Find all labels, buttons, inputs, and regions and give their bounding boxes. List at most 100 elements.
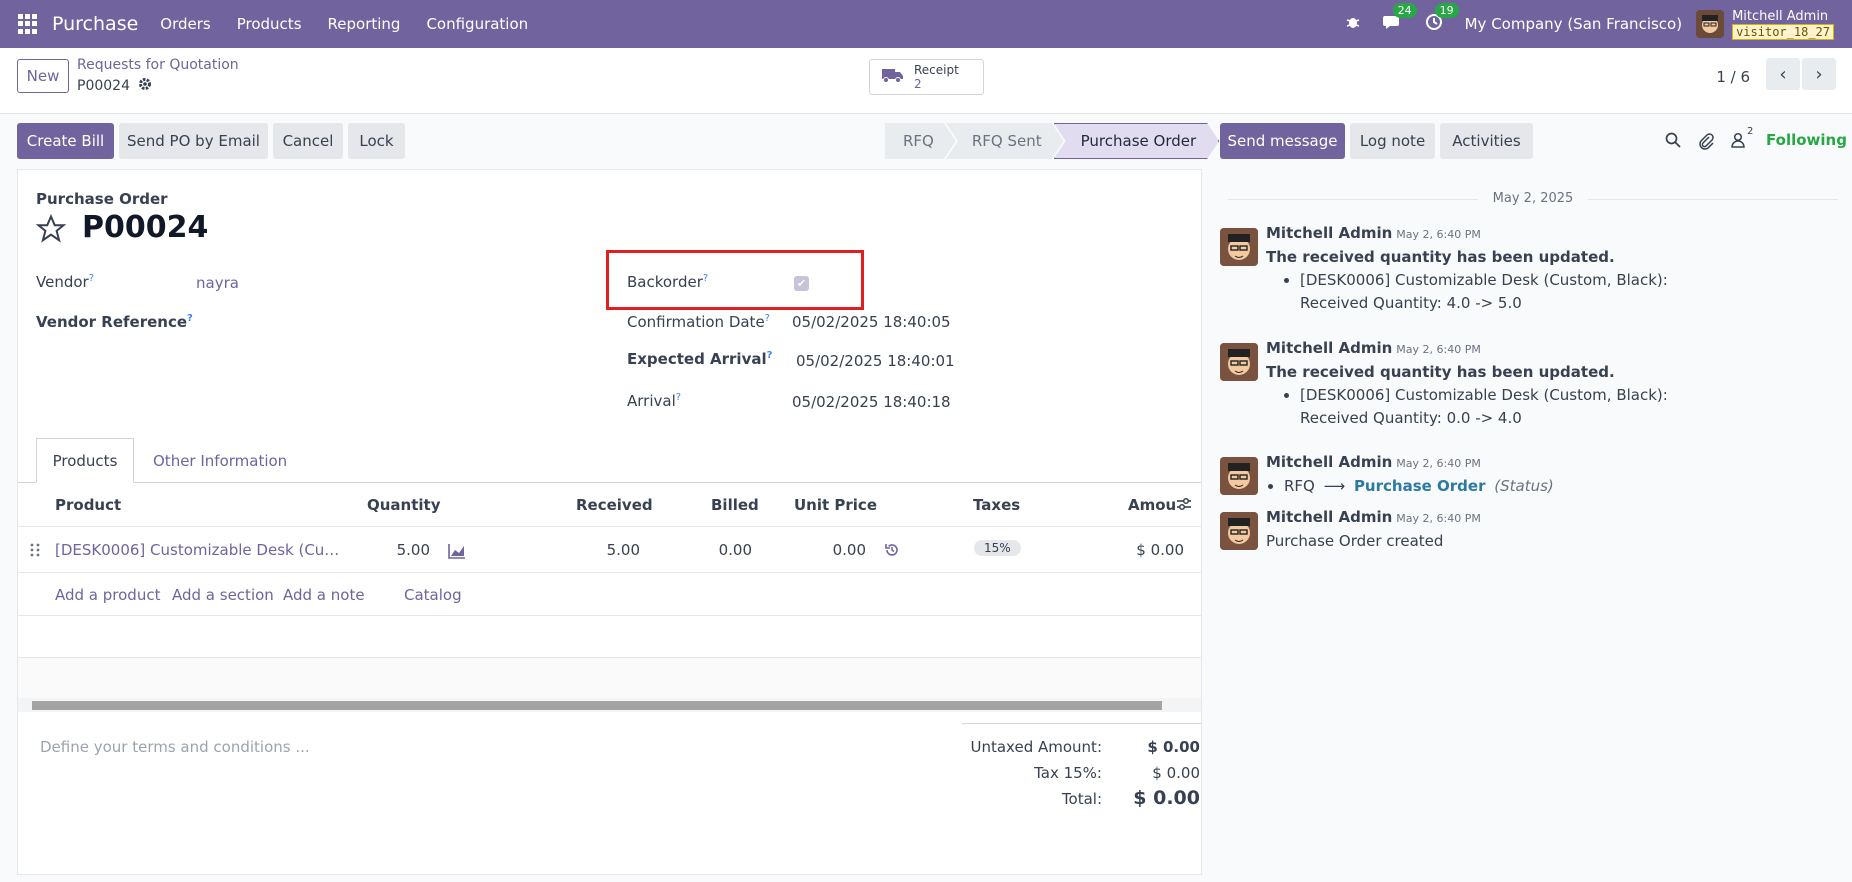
followers-icon[interactable]: 2 <box>1731 126 1753 152</box>
pager-next-button[interactable]: › <box>1802 58 1836 90</box>
vendor-field[interactable]: nayra <box>196 274 239 292</box>
col-unit-price[interactable]: Unit Price <box>794 496 877 514</box>
cancel-button[interactable]: Cancel <box>273 123 343 159</box>
message-line: [DESK0006] Customizable Desk (Custom, Bl… <box>1300 269 1668 315</box>
col-quantity[interactable]: Quantity <box>367 496 441 514</box>
tax-value: $ 0.00 <box>1152 764 1200 782</box>
activities-badge: 19 <box>1434 3 1459 18</box>
message-author: Mitchell Admin May 2, 6:40 PM <box>1266 508 1481 526</box>
date-separator: May 2, 2025 <box>1228 191 1838 206</box>
stage-rfq[interactable]: RFQ <box>885 123 956 159</box>
pager-previous-button[interactable]: ‹ <box>1766 58 1800 90</box>
message-body: The received quantity has been updated. … <box>1266 246 1668 315</box>
chatter-message: Mitchell Admin May 2, 6:40 PM The receive… <box>1218 224 1838 314</box>
col-product[interactable]: Product <box>55 496 121 514</box>
message-body: Purchase Order created <box>1266 532 1444 550</box>
total-label: Total: <box>1061 790 1102 808</box>
star-icon[interactable] <box>35 213 67 248</box>
breadcrumb-current: P00024 <box>77 78 130 94</box>
menu-reporting[interactable]: Reporting <box>328 15 401 33</box>
col-received[interactable]: Received <box>576 496 653 514</box>
expected-arrival-value[interactable]: 05/02/2025 18:40:01 <box>796 352 955 370</box>
message-body: The received quantity has been updated. … <box>1266 361 1668 430</box>
row-quantity[interactable]: 5.00 <box>368 541 430 559</box>
col-billed[interactable]: Billed <box>711 496 759 514</box>
following-button[interactable]: Following <box>1766 131 1847 149</box>
horizontal-scrollbar[interactable] <box>18 698 1201 712</box>
row-received[interactable]: 5.00 <box>578 541 640 559</box>
chatter-message: Mitchell Admin May 2, 6:40 PM The receive… <box>1218 339 1838 429</box>
terms-conditions-input[interactable]: Define your terms and conditions ... <box>40 738 310 756</box>
lock-button[interactable]: Lock <box>348 123 405 159</box>
send-message-button[interactable]: Send message <box>1220 123 1345 159</box>
row-product[interactable]: [DESK0006] Customizable Desk (Cu… <box>55 541 339 559</box>
chevron-left-icon: ‹ <box>1779 63 1787 85</box>
avatar[interactable] <box>1220 228 1258 266</box>
message-date: May 2, 6:40 PM <box>1396 457 1481 470</box>
avatar[interactable] <box>1220 457 1258 495</box>
send-po-email-button[interactable]: Send PO by Email <box>119 123 268 159</box>
message-date: May 2, 6:40 PM <box>1396 343 1481 356</box>
avatar[interactable] <box>1220 343 1258 381</box>
messages-badge: 24 <box>1392 3 1417 18</box>
bug-icon[interactable] <box>1345 14 1361 34</box>
add-section-link[interactable]: Add a section <box>172 586 274 604</box>
column-settings-icon[interactable] <box>1175 495 1193 517</box>
col-taxes[interactable]: Taxes <box>973 496 1020 514</box>
col-amount[interactable]: Amou <box>1128 496 1176 514</box>
top-navbar: Purchase Orders Products Reporting Confi… <box>0 0 1852 48</box>
total-value: $ 0.00 <box>1133 787 1200 809</box>
scrollbar-thumb[interactable] <box>32 701 1162 710</box>
message-title: The received quantity has been updated. <box>1266 248 1615 266</box>
tab-products[interactable]: Products <box>36 438 134 483</box>
avatar[interactable] <box>1220 512 1258 550</box>
vendor-reference-label: Vendor Reference? <box>36 313 193 331</box>
tab-other-information[interactable]: Other Information <box>153 438 287 483</box>
message-line: [DESK0006] Customizable Desk (Custom, Bl… <box>1300 384 1668 430</box>
app-brand[interactable]: Purchase <box>52 13 138 35</box>
vendor-reference-input[interactable] <box>196 310 576 334</box>
confirmation-date-value[interactable]: 05/02/2025 18:40:05 <box>792 313 951 331</box>
user-avatar[interactable] <box>1696 10 1725 38</box>
activities-button[interactable]: Activities <box>1440 123 1533 159</box>
check-icon: ✔ <box>796 277 807 290</box>
add-product-link[interactable]: Add a product <box>55 586 160 604</box>
backorder-checkbox[interactable]: ✔ <box>794 276 809 291</box>
company-switcher[interactable]: My Company (San Francisco) <box>1465 15 1682 33</box>
history-icon[interactable] <box>884 542 900 562</box>
stage-rfq-sent[interactable]: RFQ Sent <box>946 123 1064 159</box>
table-row[interactable]: [DESK0006] Customizable Desk (Cu… 5.00 5… <box>18 528 1201 573</box>
arrival-value[interactable]: 05/02/2025 18:40:18 <box>792 393 951 411</box>
menu-products[interactable]: Products <box>237 15 302 33</box>
chevron-right-icon: › <box>1815 63 1823 85</box>
menu-configuration[interactable]: Configuration <box>426 15 528 33</box>
receipt-count: 2 <box>914 77 922 91</box>
messages-icon[interactable]: 24 <box>1382 3 1417 35</box>
gear-icon[interactable] <box>138 77 152 95</box>
paperclip-icon[interactable] <box>1698 132 1714 154</box>
status-bar: RFQ RFQ Sent Purchase Order <box>885 123 1219 159</box>
app-grid-icon[interactable] <box>18 14 38 34</box>
drag-handle-icon[interactable] <box>30 542 40 562</box>
user-menu[interactable]: Mitchell Admin visitor_18_27 <box>1732 9 1834 40</box>
breadcrumb-parent[interactable]: Requests for Quotation <box>77 57 239 73</box>
backorder-label: Backorder? <box>627 273 709 291</box>
tax-badge[interactable]: 15% <box>974 540 1021 556</box>
row-billed[interactable]: 0.00 <box>690 541 752 559</box>
row-unit-price[interactable]: 0.00 <box>804 541 866 559</box>
receipt-smart-button[interactable]: Receipt 2 <box>869 59 984 95</box>
chatter-message: Mitchell Admin May 2, 6:40 PM Purchase Or… <box>1218 508 1838 558</box>
menu-orders[interactable]: Orders <box>160 15 210 33</box>
untaxed-amount-value: $ 0.00 <box>1147 738 1200 756</box>
stage-purchase-order[interactable]: Purchase Order <box>1054 123 1220 159</box>
user-name: Mitchell Admin <box>1732 8 1829 24</box>
new-button[interactable]: New <box>17 59 69 93</box>
pager-value[interactable]: 1 / 6 <box>1716 68 1750 86</box>
log-note-button[interactable]: Log note <box>1350 123 1435 159</box>
catalog-link[interactable]: Catalog <box>404 586 462 604</box>
search-icon[interactable] <box>1665 132 1681 152</box>
create-bill-button[interactable]: Create Bill <box>17 123 114 159</box>
add-note-link[interactable]: Add a note <box>283 586 365 604</box>
forecast-chart-icon[interactable] <box>448 543 466 563</box>
activities-clock-icon[interactable]: 19 <box>1425 3 1459 35</box>
